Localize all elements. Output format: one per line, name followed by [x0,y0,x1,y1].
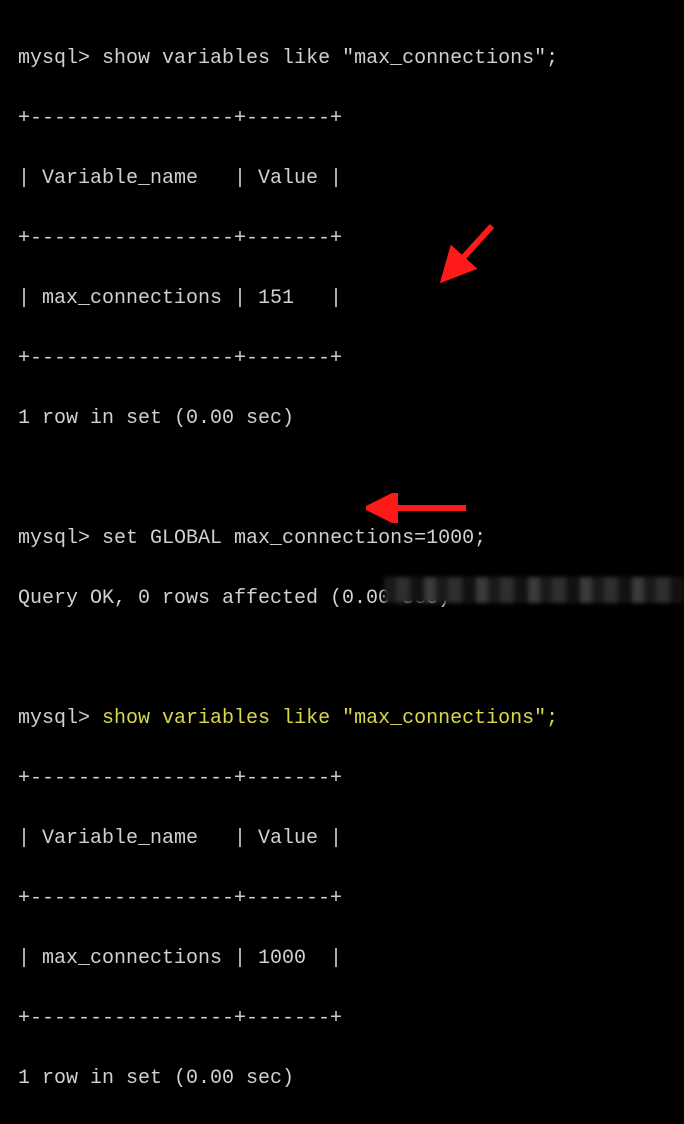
blank-line [18,644,666,674]
cmd-line-1[interactable]: mysql> show variables like "max_connecti… [18,44,666,74]
table-border: +-----------------+-------+ [18,104,666,134]
table-row: | max_connections | 151 | [18,284,666,314]
terminal-output: mysql> show variables like "max_connecti… [18,14,666,1124]
command-text: show variables like "max_connections"; [102,47,558,70]
table-border: +-----------------+-------+ [18,764,666,794]
mysql-prompt: mysql> [18,707,90,730]
cmd-line-2[interactable]: mysql> set GLOBAL max_connections=1000; [18,524,666,554]
table-border: +-----------------+-------+ [18,344,666,374]
table-header: | Variable_name | Value | [18,824,666,854]
table-border: +-----------------+-------+ [18,224,666,254]
command-text: show variables like "max_connections"; [102,707,558,730]
table-border: +-----------------+-------+ [18,884,666,914]
result-summary: 1 row in set (0.00 sec) [18,404,666,434]
table-border: +-----------------+-------+ [18,1004,666,1034]
table-header: | Variable_name | Value | [18,164,666,194]
result-summary: 1 row in set (0.00 sec) [18,1064,666,1094]
command-text: set GLOBAL max_connections=1000; [102,527,486,550]
blank-line [18,464,666,494]
mysql-prompt: mysql> [18,527,90,550]
censored-region [384,577,684,603]
cmd-line-3[interactable]: mysql> show variables like "max_connecti… [18,704,666,734]
table-row: | max_connections | 1000 | [18,944,666,974]
mysql-prompt: mysql> [18,47,90,70]
